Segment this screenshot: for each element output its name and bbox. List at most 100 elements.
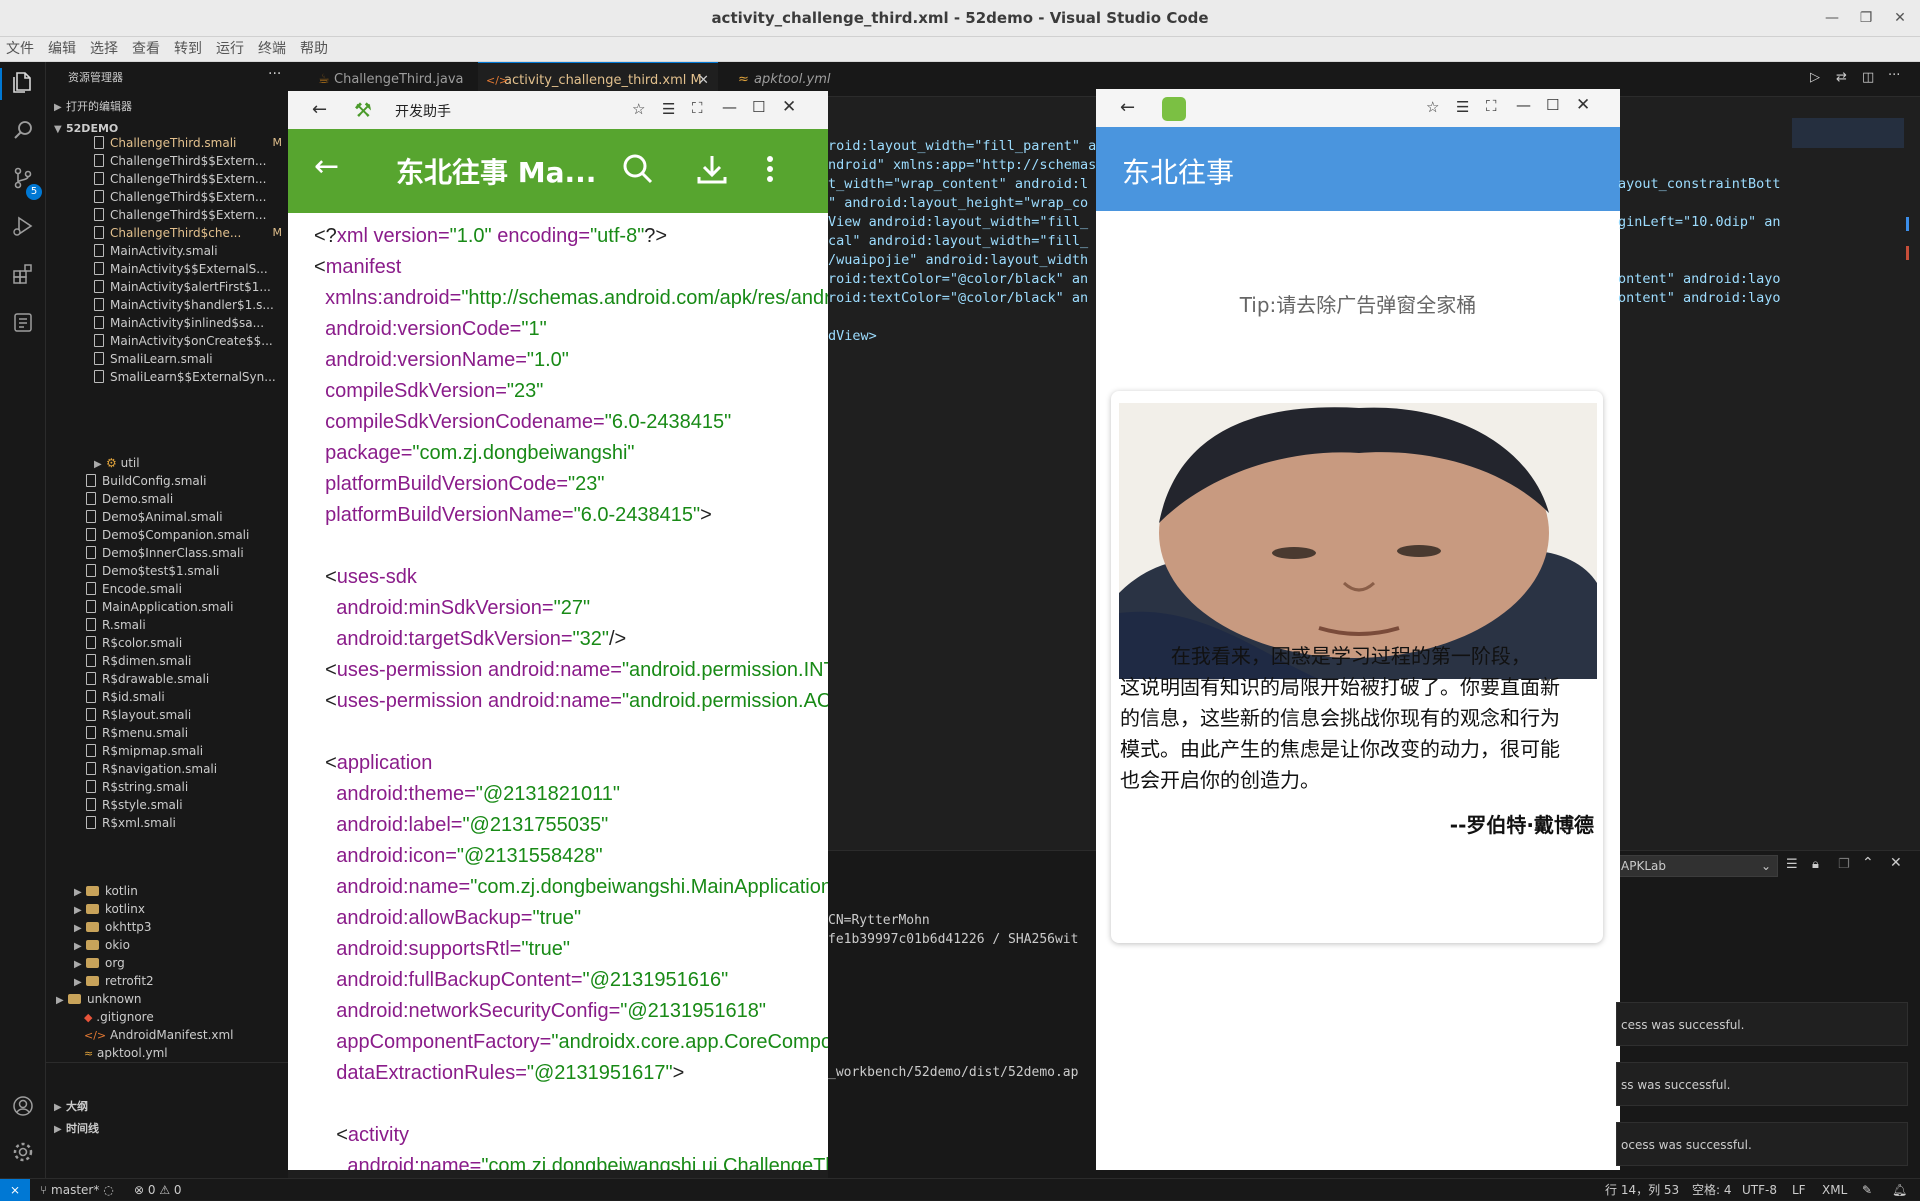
more-actions-icon[interactable]: ··· <box>268 66 281 82</box>
explorer-icon[interactable] <box>9 70 37 98</box>
xml-token: android:name= <box>336 876 471 898</box>
file-label: R$drawable.smali <box>102 672 210 686</box>
file-label: R$menu.smali <box>102 726 189 740</box>
close-button[interactable]: ✕ <box>1890 8 1910 28</box>
xml-token <box>314 349 325 371</box>
menu-go[interactable]: 转到 <box>174 37 202 62</box>
branch-icon: ⑂ <box>40 1183 48 1197</box>
restore-button[interactable]: ❐ <box>1856 8 1876 28</box>
indentation[interactable]: 空格: 4 <box>1692 1179 1732 1201</box>
notification-toast[interactable]: ocess was successful. <box>1616 1122 1908 1166</box>
menu-run[interactable]: 运行 <box>216 37 244 62</box>
notifications-icon[interactable]: 🔔︎ <box>1892 1179 1907 1201</box>
git-branch[interactable]: ⑂ master* ◌ <box>40 1179 114 1201</box>
close-icon[interactable]: ✕ <box>782 97 796 117</box>
apklab-icon[interactable] <box>9 310 37 338</box>
quote-author: --罗伯特·戴博德 <box>1449 813 1594 837</box>
back-arrow-icon[interactable]: ← <box>314 149 339 184</box>
fullscreen-icon[interactable]: ⛶ <box>692 99 703 117</box>
menu-file[interactable]: 文件 <box>6 37 34 62</box>
file-apktool-yml[interactable]: ≈ apktool.yml <box>46 1042 288 1064</box>
cursor-position[interactable]: 行 14，列 53 <box>1605 1179 1679 1201</box>
output-channel-select[interactable]: APKLab ⌄ <box>1616 855 1778 877</box>
xml-token: "@2131755035" <box>462 814 609 836</box>
file-icon <box>86 582 96 595</box>
language-mode[interactable]: XML <box>1822 1179 1847 1201</box>
run-icon[interactable]: ▷ <box>1810 70 1820 85</box>
xml-token: "utf-8" <box>590 225 645 247</box>
file-label: R$dimen.smali <box>102 654 192 668</box>
pin-icon[interactable]: ☆ <box>632 100 645 118</box>
xml-token: < <box>314 659 337 681</box>
code-line: t_width="wrap_content" android:l <box>828 176 1089 192</box>
download-icon[interactable] <box>694 151 730 191</box>
xml-token <box>314 938 336 960</box>
menu-edit[interactable]: 编辑 <box>48 37 76 62</box>
maximize-icon[interactable]: ☐ <box>752 98 765 116</box>
settings-gear-icon[interactable] <box>9 1140 37 1168</box>
xml-token: android:targetSdkVersion= <box>336 628 573 650</box>
remote-icon[interactable]: ⨯ <box>0 1179 30 1201</box>
close-panel-icon[interactable]: ✕ <box>1890 855 1902 871</box>
menu-view[interactable]: 查看 <box>132 37 160 62</box>
search-icon[interactable] <box>620 151 656 191</box>
back-arrow-icon[interactable]: ← <box>312 99 327 120</box>
more-actions-icon[interactable]: ··· <box>1888 68 1900 83</box>
split-editor-icon[interactable]: ◫ <box>1862 70 1874 85</box>
feedback-icon[interactable]: ✎ <box>1862 1179 1872 1201</box>
chevron-down-icon: ⌄ <box>1760 859 1771 873</box>
xml-token <box>314 907 336 929</box>
xml-line: <uses-permission android:name="android.p… <box>314 686 828 717</box>
minimize-icon[interactable]: — <box>1516 96 1531 114</box>
extensions-icon[interactable] <box>9 262 37 290</box>
file-icon <box>86 600 96 613</box>
file-item[interactable]: SmaliLearn$$ExternalSyn... <box>46 366 288 388</box>
problems-indicator[interactable]: ⊗ 0 ⚠ 0 <box>134 1179 182 1201</box>
xml-token: < <box>314 566 337 588</box>
file-item[interactable]: R$xml.smali <box>46 812 288 834</box>
minimize-button[interactable]: — <box>1822 8 1842 28</box>
pin-icon[interactable]: ☆ <box>1426 98 1439 116</box>
outline-section[interactable]: ▶ 大纲 <box>46 1096 288 1118</box>
file-label: R$mipmap.smali <box>102 744 204 758</box>
menu-selection[interactable]: 选择 <box>90 37 118 62</box>
menu-icon[interactable]: ☰ <box>1456 98 1469 116</box>
file-label: ChallengeThird$$Extern... <box>110 190 267 204</box>
maximize-icon[interactable]: ☐ <box>1546 96 1559 114</box>
run-debug-icon[interactable] <box>9 214 37 242</box>
file-label: Encode.smali <box>102 582 182 596</box>
maximize-panel-icon[interactable]: ⌃ <box>1862 855 1874 871</box>
notification-toast[interactable]: ss was successful. <box>1616 1062 1908 1106</box>
copy-icon[interactable]: ❐ <box>1838 857 1850 872</box>
close-icon[interactable]: ✕ <box>1576 95 1590 115</box>
compare-icon[interactable]: ⇄ <box>1836 70 1847 85</box>
folder-item[interactable]: ▶ retrofit2 <box>46 970 288 992</box>
back-arrow-icon[interactable]: ← <box>1120 97 1135 118</box>
fullscreen-icon[interactable]: ⛶ <box>1486 97 1497 115</box>
menu-help[interactable]: 帮助 <box>300 37 328 62</box>
encoding[interactable]: UTF-8 <box>1742 1179 1777 1201</box>
tab-label: activity_challenge_third.xml <box>504 73 687 88</box>
xml-token: android:versionName= <box>325 349 527 371</box>
xml-token: > <box>672 1062 685 1084</box>
open-editors-section[interactable]: ▶ 打开的编辑器 <box>46 96 288 118</box>
xml-token <box>314 504 325 526</box>
account-icon[interactable] <box>9 1094 37 1122</box>
minimap[interactable] <box>1792 118 1904 148</box>
clear-output-icon[interactable]: ☰ <box>1786 857 1798 872</box>
end-of-line[interactable]: LF <box>1792 1179 1806 1201</box>
manifest-xml-view[interactable]: <?xml version="1.0" encoding="utf-8"?> <m… <box>288 221 828 1170</box>
minimize-icon[interactable]: — <box>722 98 737 116</box>
search-icon[interactable] <box>9 118 37 146</box>
folder-label: okio <box>105 938 130 952</box>
xml-token: "32" <box>572 628 609 650</box>
menu-icon[interactable]: ☰ <box>662 100 675 118</box>
overflow-menu-icon[interactable] <box>764 151 776 191</box>
lock-icon[interactable]: 🔒︎ <box>1812 857 1819 872</box>
timeline-section[interactable]: ▶ 时间线 <box>46 1118 288 1140</box>
menu-terminal[interactable]: 终端 <box>258 37 286 62</box>
notification-toast[interactable]: cess was successful. <box>1616 1002 1908 1046</box>
file-icon <box>86 636 96 649</box>
chevron-right-icon: ▶ <box>74 977 82 988</box>
